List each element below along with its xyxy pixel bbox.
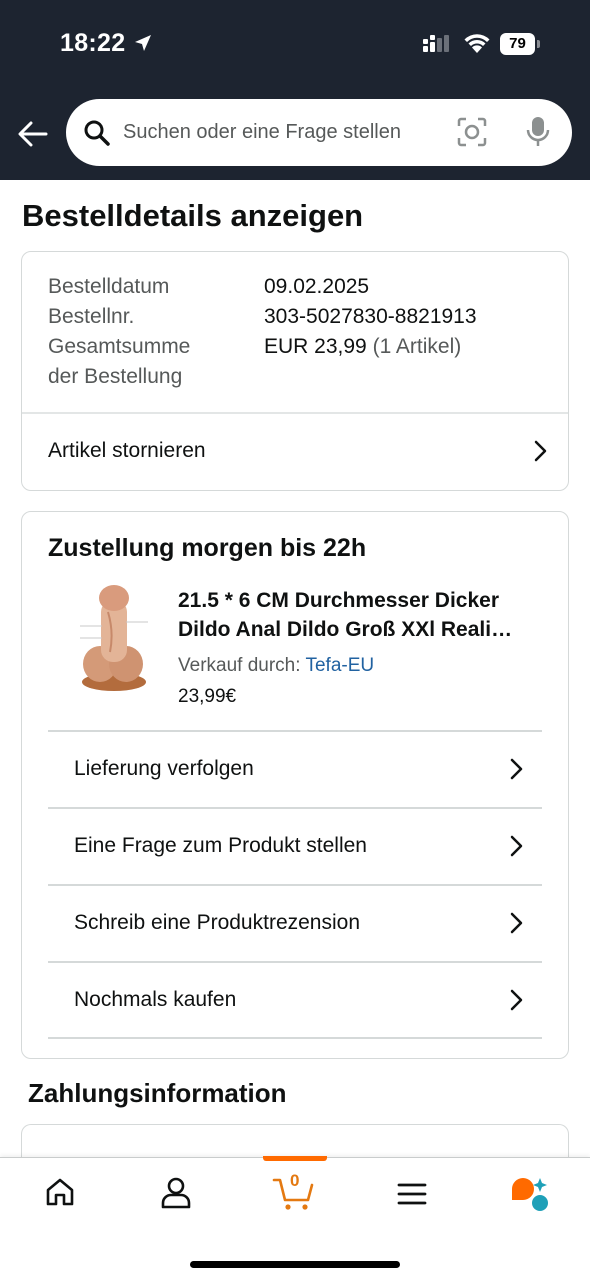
- product-title[interactable]: 21.5 * 6 CM Durchmesser Dicker Dildo Ana…: [178, 586, 540, 644]
- camera-scan-icon[interactable]: [457, 117, 487, 147]
- seller-info: Verkauf durch: Tefa-EU: [178, 655, 374, 677]
- home-icon[interactable]: [44, 1176, 76, 1208]
- cancel-items-link[interactable]: Artikel stornieren: [48, 412, 548, 490]
- track-delivery-label: Lieferung verfolgen: [74, 757, 254, 780]
- bottom-nav: 0: [0, 1156, 590, 1280]
- delivery-title: Zustellung morgen bis 22h: [48, 534, 367, 562]
- seller-label: Verkauf durch:: [178, 655, 301, 676]
- order-total-label-line2: der Bestellung: [48, 365, 183, 388]
- cart-active-indicator: [263, 1156, 327, 1161]
- microphone-icon[interactable]: [526, 116, 550, 148]
- battery-indicator: 79: [500, 33, 540, 55]
- order-total-value: EUR 23,99: [264, 335, 367, 358]
- search-input[interactable]: Suchen oder eine Frage stellen: [123, 121, 401, 144]
- top-header: 18:22 79 Suchen oder eine Frage stellen: [0, 0, 590, 180]
- chevron-right-icon: [510, 758, 523, 780]
- chevron-right-icon: [510, 912, 523, 934]
- write-review-link[interactable]: Schreib eine Produktrezension: [74, 885, 524, 961]
- back-arrow-icon[interactable]: [16, 117, 50, 151]
- buy-again-label: Nochmals kaufen: [74, 988, 237, 1011]
- product-title-line2: Dildo Anal Dildo Groß XXl Reali…: [178, 618, 513, 641]
- battery-level: 79: [500, 33, 535, 55]
- seller-link[interactable]: Tefa-EU: [305, 655, 374, 676]
- account-icon[interactable]: [160, 1176, 192, 1210]
- track-delivery-link[interactable]: Lieferung verfolgen: [74, 731, 524, 807]
- location-arrow-icon: [135, 35, 151, 51]
- product-image[interactable]: [70, 582, 158, 694]
- cancel-items-label: Artikel stornieren: [48, 439, 206, 462]
- order-date-value: 09.02.2025: [264, 275, 370, 298]
- chevron-right-icon: [510, 989, 523, 1011]
- status-time: 18:22: [60, 29, 126, 57]
- order-date-label: Bestelldatum: [48, 275, 170, 298]
- order-item-count: (1 Artikel): [372, 335, 462, 358]
- cellular-signal-icon: [423, 35, 449, 52]
- buy-again-link[interactable]: Nochmals kaufen: [74, 962, 524, 1038]
- chevron-right-icon: [510, 835, 523, 857]
- ask-product-question-label: Eine Frage zum Produkt stellen: [74, 834, 367, 857]
- wifi-icon: [464, 34, 490, 53]
- search-bar[interactable]: Suchen oder eine Frage stellen: [66, 99, 572, 166]
- payment-section-title: Zahlungsinformation: [28, 1078, 287, 1108]
- order-total: EUR 23,99 (1 Artikel): [264, 332, 461, 362]
- product-price: 23,99€: [178, 686, 237, 707]
- order-number-value: 303-5027830-8821913: [264, 305, 477, 328]
- menu-icon[interactable]: [397, 1182, 427, 1206]
- ask-product-question-link[interactable]: Eine Frage zum Produkt stellen: [74, 808, 524, 884]
- order-summary-card: Bestelldatum 09.02.2025 Bestellnr. 303-5…: [21, 251, 569, 491]
- order-number-label: Bestellnr.: [48, 305, 135, 328]
- chevron-right-icon: [534, 440, 547, 462]
- battery-tip: [537, 40, 540, 48]
- divider: [48, 1037, 542, 1039]
- product-title-line1: 21.5 * 6 CM Durchmesser Dicker: [178, 589, 499, 612]
- home-indicator: [190, 1261, 400, 1268]
- delivery-card: Zustellung morgen bis 22h 21.5 * 6 CM Du…: [21, 511, 569, 1059]
- order-total-label-line1: Gesamtsumme: [48, 335, 191, 358]
- search-icon[interactable]: [83, 119, 111, 147]
- assistant-icon[interactable]: [510, 1176, 550, 1212]
- write-review-label: Schreib eine Produktrezension: [74, 911, 361, 934]
- page-title: Bestelldetails anzeigen: [22, 198, 364, 233]
- cart-count-badge: 0: [290, 1171, 300, 1190]
